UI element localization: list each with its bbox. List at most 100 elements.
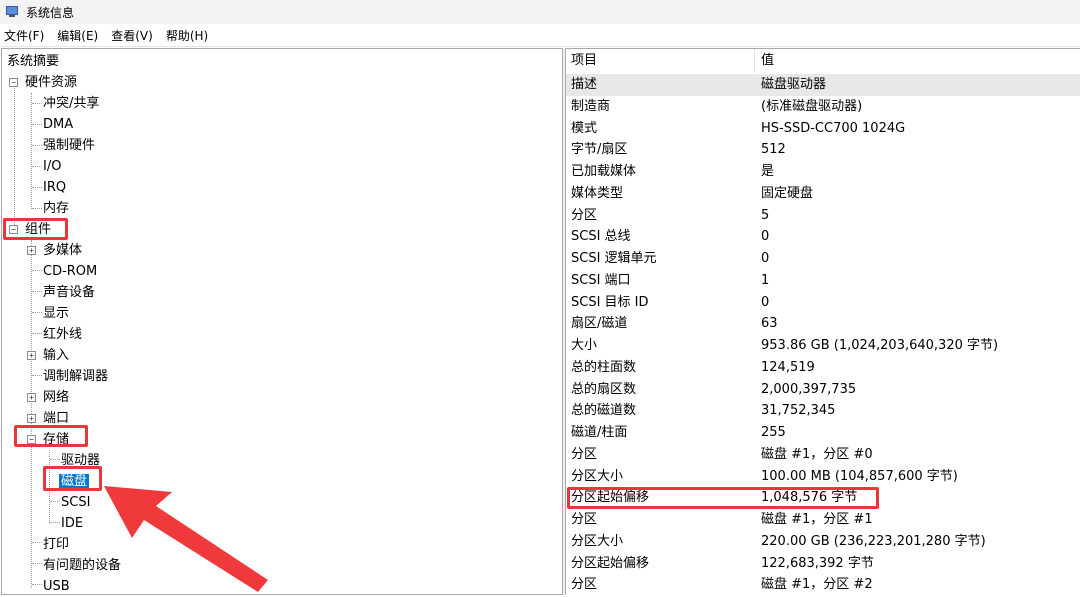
detail-item: SCSI 端口 bbox=[571, 272, 631, 288]
menu-help[interactable]: 帮助(H) bbox=[166, 27, 208, 44]
detail-item: 扇区/磁道 bbox=[571, 316, 628, 332]
tree-item-label: 多媒体 bbox=[43, 243, 83, 258]
tree-item-memory[interactable]: 内存 bbox=[43, 198, 69, 219]
tree-item-conflicts[interactable]: 冲突/共享 bbox=[43, 93, 99, 114]
detail-value: 220.00 GB (236,223,201,280 字节) bbox=[761, 533, 986, 549]
collapse-icon[interactable]: − bbox=[9, 78, 18, 87]
tree-item-network[interactable]: + 网络 bbox=[2, 387, 302, 408]
tree-connector bbox=[32, 208, 42, 209]
tree-connector bbox=[14, 86, 15, 229]
window-title: 系统信息 bbox=[26, 5, 75, 20]
expand-icon[interactable]: + bbox=[27, 246, 36, 255]
detail-item: 大小 bbox=[571, 338, 598, 353]
expand-icon[interactable]: + bbox=[27, 393, 36, 402]
detail-item: SCSI 总线 bbox=[571, 229, 631, 245]
tree-item-modem[interactable]: 调制解调器 bbox=[43, 366, 108, 387]
tree-item-cdrom[interactable]: CD-ROM bbox=[43, 261, 97, 282]
detail-row[interactable]: 总的磁道数 31,752,345 bbox=[566, 400, 1080, 422]
tree-item-usb[interactable]: USB bbox=[43, 576, 70, 597]
title-bar: 系统信息 bbox=[0, 0, 1080, 24]
tree-item-sound-device[interactable]: 声音设备 bbox=[43, 282, 95, 303]
tree-item-forced-hardware[interactable]: 强制硬件 bbox=[43, 135, 95, 156]
detail-value: HS-SSD-CC700 1024G bbox=[761, 120, 906, 136]
detail-row[interactable]: 媒体类型 固定硬盘 bbox=[566, 183, 1080, 205]
tree-connector bbox=[32, 333, 42, 334]
menu-file[interactable]: 文件(F) bbox=[4, 27, 44, 44]
detail-value: 0 bbox=[761, 251, 770, 266]
detail-row[interactable]: 分区大小 220.00 GB (236,223,201,280 字节) bbox=[566, 531, 1080, 553]
tree-item-label: USB bbox=[43, 579, 70, 594]
red-arrow-icon bbox=[104, 486, 268, 592]
category-tree[interactable]: 系统摘要 − 硬件资源 冲突/共享 DMA 强制硬件 I/O IRQ 内存 − … bbox=[1, 48, 562, 595]
tree-item-label: DMA bbox=[43, 117, 74, 132]
detail-row[interactable]: 总的扇区数 2,000,397,735 bbox=[566, 379, 1080, 401]
tree-item-label: 调制解调器 bbox=[43, 369, 109, 384]
tree-item-irq[interactable]: IRQ bbox=[43, 177, 66, 198]
column-header-value[interactable]: 值 bbox=[761, 49, 774, 73]
menu-edit[interactable]: 编辑(E) bbox=[57, 27, 98, 44]
detail-row[interactable]: 字节/扇区 512 bbox=[566, 139, 1080, 161]
annotation-box-storage bbox=[14, 425, 88, 447]
detail-value: 磁盘 #1，分区 #2 bbox=[761, 577, 873, 593]
tree-item-display[interactable]: 显示 bbox=[43, 303, 69, 324]
detail-row[interactable]: SCSI 总线 0 bbox=[566, 226, 1080, 248]
detail-row[interactable]: SCSI 逻辑单元 0 bbox=[566, 248, 1080, 270]
detail-row[interactable]: 分区 磁盘 #1，分区 #1 bbox=[566, 509, 1080, 531]
detail-row[interactable]: 分区起始偏移 122,683,392 字节 bbox=[566, 553, 1080, 575]
detail-item: 模式 bbox=[571, 120, 598, 136]
column-header-item[interactable]: 项目 bbox=[571, 49, 597, 73]
tree-item-label: 冲突/共享 bbox=[43, 96, 100, 111]
tree-item-system-summary[interactable]: 系统摘要 bbox=[7, 51, 59, 72]
detail-row[interactable]: 总的柱面数 124,519 bbox=[566, 357, 1080, 379]
tree-item-input[interactable]: + 输入 bbox=[2, 345, 302, 366]
detail-value: 0 bbox=[761, 229, 770, 245]
detail-row[interactable]: SCSI 目标 ID 0 bbox=[566, 292, 1080, 314]
detail-item: 字节/扇区 bbox=[571, 142, 628, 158]
detail-row[interactable]: 分区 5 bbox=[566, 205, 1080, 227]
tree-item-multimedia[interactable]: + 多媒体 bbox=[2, 240, 302, 261]
detail-item: 分区大小 bbox=[571, 533, 624, 549]
tree-item-infrared[interactable]: 红外线 bbox=[43, 324, 82, 345]
detail-row[interactable]: 大小 953.86 GB (1,024,203,640,320 字节) bbox=[566, 335, 1080, 357]
detail-row[interactable]: SCSI 端口 1 bbox=[566, 270, 1080, 292]
tree-item-label: 内存 bbox=[43, 201, 70, 216]
detail-row[interactable]: 制造商 (标准磁盘驱动器) bbox=[566, 96, 1080, 118]
detail-row[interactable]: 扇区/磁道 63 bbox=[566, 313, 1080, 335]
tree-connector bbox=[32, 312, 42, 313]
detail-value: 磁盘 #1，分区 #1 bbox=[761, 512, 873, 527]
detail-item: 分区大小 bbox=[571, 468, 624, 484]
tree-item-hardware-resources[interactable]: − 硬件资源 bbox=[2, 72, 302, 93]
tree-item-io[interactable]: I/O bbox=[43, 156, 61, 177]
tree-item-dma[interactable]: DMA bbox=[43, 114, 73, 135]
list-header: 项目 值 bbox=[566, 49, 1080, 73]
tree-connector bbox=[32, 291, 42, 292]
detail-row[interactable]: 磁道/柱面 255 bbox=[566, 422, 1080, 444]
column-divider[interactable] bbox=[754, 49, 755, 73]
tree-connector bbox=[32, 124, 42, 125]
tree-connector bbox=[32, 145, 42, 146]
detail-item: 分区 bbox=[571, 512, 598, 527]
detail-row[interactable]: 分区 磁盘 #1，分区 #2 bbox=[566, 574, 1080, 596]
tree-item-scsi[interactable]: SCSI bbox=[61, 492, 90, 513]
expand-icon[interactable]: + bbox=[27, 414, 36, 423]
detail-value: 磁盘驱动器 bbox=[761, 77, 827, 92]
expand-icon[interactable]: + bbox=[27, 351, 36, 360]
details-list[interactable]: 项目 值 描述 磁盘驱动器 制造商 (标准磁盘驱动器) 模式 HS-SSD-CC700 1… bbox=[566, 48, 1080, 595]
menu-view[interactable]: 查看(V) bbox=[111, 27, 153, 44]
menu-bar: 文件(F) 编辑(E) 查看(V) 帮助(H) bbox=[0, 24, 1080, 47]
detail-row[interactable]: 分区 磁盘 #1，分区 #0 bbox=[566, 444, 1080, 466]
detail-row[interactable]: 分区大小 100.00 MB (104,857,600 字节) bbox=[566, 466, 1080, 488]
tree-connector bbox=[50, 501, 60, 502]
detail-item: 制造商 bbox=[571, 98, 611, 114]
detail-value: 63 bbox=[761, 316, 778, 332]
tree-item-ide[interactable]: IDE bbox=[61, 513, 83, 534]
detail-row[interactable]: 描述 磁盘驱动器 bbox=[566, 74, 1080, 96]
tree-connector bbox=[32, 270, 42, 271]
detail-value: 固定硬盘 bbox=[761, 185, 814, 201]
tree-item-printing[interactable]: 打印 bbox=[43, 534, 69, 555]
tree-item-label: 硬件资源 bbox=[25, 75, 78, 90]
detail-row[interactable]: 模式 HS-SSD-CC700 1024G bbox=[566, 118, 1080, 140]
detail-row[interactable]: 已加载媒体 是 bbox=[566, 161, 1080, 183]
detail-item: 分区 bbox=[571, 207, 598, 223]
detail-value: 5 bbox=[761, 207, 770, 223]
